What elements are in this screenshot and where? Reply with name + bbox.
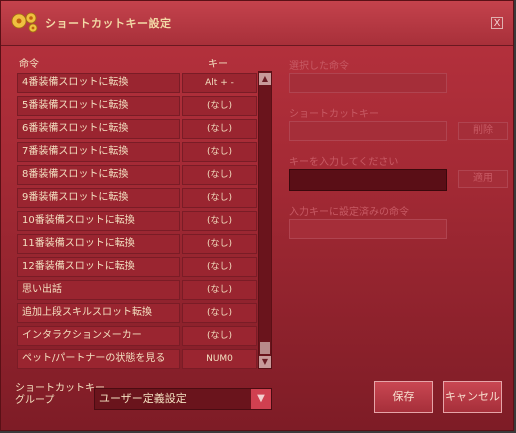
list-item[interactable]: 5番装備スロットに転換 (なし) [17, 96, 257, 116]
command-cell: 9番装備スロットに転換 [17, 188, 180, 208]
key-column-header: キー [208, 59, 228, 70]
key-cell: (なし) [182, 119, 257, 139]
list-item[interactable]: 11番装備スロットに転換 (なし) [17, 234, 257, 254]
list-item[interactable]: インタラクションメーカー (なし) [17, 326, 257, 346]
key-cell: (なし) [182, 142, 257, 162]
command-cell: 5番装備スロットに転換 [17, 96, 180, 116]
list-item[interactable]: 8番装備スロットに転換 (なし) [17, 165, 257, 185]
close-button[interactable]: X [491, 17, 503, 29]
command-cell: 12番装備スロットに転換 [17, 257, 180, 277]
apply-button[interactable]: 適用 [458, 170, 508, 188]
selected-command-label: 選択した命令 [289, 61, 349, 72]
key-cell: (なし) [182, 211, 257, 231]
command-cell: 8番装備スロットに転換 [17, 165, 180, 185]
key-cell: (なし) [182, 234, 257, 254]
shortcut-key-field [289, 121, 447, 141]
command-cell: 11番装備スロットに転換 [17, 234, 180, 254]
key-cell: (なし) [182, 303, 257, 323]
list-item[interactable]: 9番装備スロットに転換 (なし) [17, 188, 257, 208]
list-item[interactable]: 追加上段スキルスロット転換 (なし) [17, 303, 257, 323]
list-item[interactable]: 12番装備スロットに転換 (なし) [17, 257, 257, 277]
key-cell: (なし) [182, 96, 257, 116]
scrollbar[interactable]: ▲ ▼ [258, 71, 272, 369]
group-label-line2: グループ [15, 395, 55, 406]
key-cell: Alt + - [182, 73, 257, 93]
key-cell: (なし) [182, 165, 257, 185]
command-column-header: 命令 [19, 59, 39, 70]
already-set-label: 入力キーに設定済みの命令 [289, 207, 409, 218]
title-bar: ショートカットキー設定 X [1, 1, 513, 46]
command-cell: 10番装備スロットに転換 [17, 211, 180, 231]
enter-key-label: キーを入力してください [289, 157, 399, 168]
command-cell: 思い出話 [17, 280, 180, 300]
group-select[interactable]: ユーザー定義設定 ▼ [94, 388, 272, 410]
group-label: ショートカットキー グループ [15, 383, 105, 407]
key-input-field[interactable] [289, 169, 447, 191]
group-label-line1: ショートカットキー [15, 383, 105, 394]
command-cell: 7番装備スロットに転換 [17, 142, 180, 162]
command-cell: 4番装備スロットに転換 [17, 73, 180, 93]
command-cell: ペット/パートナーの状態を見る [17, 349, 180, 369]
shortcut-key-label: ショートカットキー [289, 109, 379, 120]
command-cell: インタラクションメーカー [17, 326, 180, 346]
list-item[interactable]: 7番装備スロットに転換 (なし) [17, 142, 257, 162]
chevron-down-icon[interactable]: ▼ [251, 389, 271, 409]
list-item[interactable]: 6番装備スロットに転換 (なし) [17, 119, 257, 139]
already-set-command-field [289, 219, 447, 239]
key-cell: NUM0 [182, 349, 257, 369]
key-cell: (なし) [182, 188, 257, 208]
selected-command-field [289, 73, 447, 93]
key-cell: (なし) [182, 280, 257, 300]
command-cell: 追加上段スキルスロット転換 [17, 303, 180, 323]
group-select-value: ユーザー定義設定 [99, 392, 187, 405]
delete-button[interactable]: 削除 [458, 122, 508, 140]
scroll-up-icon[interactable]: ▲ [259, 73, 271, 85]
save-button[interactable]: 保存 [374, 381, 433, 413]
key-cell: (なし) [182, 257, 257, 277]
scrollbar-thumb[interactable] [260, 342, 270, 354]
shortcut-key-settings-window: ショートカットキー設定 X 命令 キー 4番装備スロットに転換 Alt + -5番… [0, 0, 514, 431]
window-title: ショートカットキー設定 [45, 17, 172, 30]
list-item[interactable]: ペット/パートナーの状態を見る NUM0 [17, 349, 257, 369]
cancel-button[interactable]: キャンセル [443, 381, 502, 413]
list-item[interactable]: 10番装備スロットに転換 (なし) [17, 211, 257, 231]
list-item[interactable]: 思い出話 (なし) [17, 280, 257, 300]
command-cell: 6番装備スロットに転換 [17, 119, 180, 139]
key-cell: (なし) [182, 326, 257, 346]
scroll-down-icon[interactable]: ▼ [259, 356, 271, 368]
list-item[interactable]: 4番装備スロットに転換 Alt + - [17, 73, 257, 93]
gear-logo-icon [11, 12, 38, 33]
